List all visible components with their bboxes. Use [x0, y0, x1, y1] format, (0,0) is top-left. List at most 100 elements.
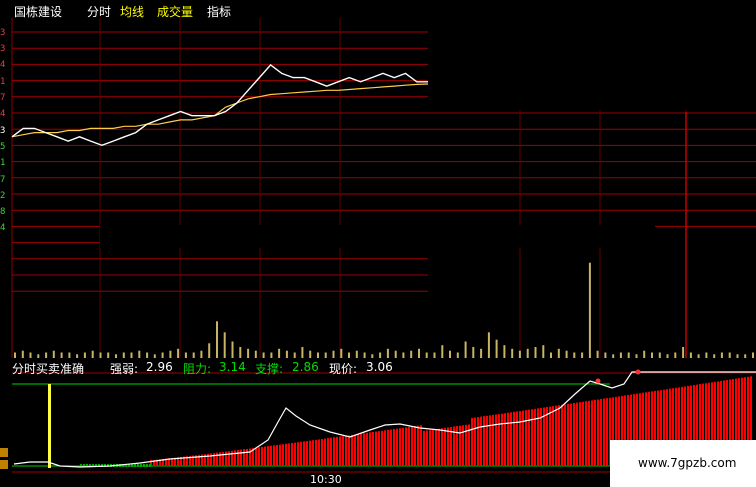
volume-bar — [332, 350, 335, 358]
resistance-touch-marker — [595, 378, 601, 384]
indicator-red-bar — [384, 430, 386, 466]
indicator-red-bar — [417, 425, 419, 466]
indicator-red-bar — [459, 425, 461, 466]
price-tick-label: 3 — [0, 126, 5, 136]
indicator-red-bar — [255, 447, 257, 466]
indicator-green-bar — [146, 464, 148, 467]
volume-bar — [418, 348, 420, 358]
indicator-red-bar — [423, 430, 425, 466]
indicator-red-bar — [393, 429, 395, 466]
price-label: 现价: — [329, 362, 358, 376]
indicator-red-bar — [588, 400, 590, 466]
indicator-red-bar — [585, 401, 587, 466]
volume-bar — [682, 347, 685, 358]
indicator-red-bar — [351, 434, 353, 466]
volume-bar — [254, 350, 257, 358]
indicator-red-bar — [258, 447, 260, 466]
indicator-red-bar — [447, 427, 449, 466]
volume-bar — [122, 352, 125, 358]
support-value: 2.86 — [292, 360, 319, 374]
volume-bar — [612, 354, 615, 358]
indicator-red-bar — [381, 430, 383, 466]
indicator-red-bar — [432, 429, 434, 466]
volume-bar — [518, 350, 521, 358]
volume-bar — [487, 332, 490, 358]
price-tick-label: 4 — [0, 60, 5, 70]
indicator-red-bar — [483, 416, 485, 466]
indicator-red-bar — [399, 428, 401, 466]
indicator-red-bar — [591, 400, 593, 466]
indicator-red-bar — [405, 427, 407, 466]
strength-value: 2.96 — [146, 360, 173, 374]
indicator-red-bar — [504, 413, 506, 466]
volume-bar — [91, 350, 94, 358]
indicator-red-bar — [546, 407, 548, 466]
indicator-red-bar — [387, 429, 389, 466]
volume-bar — [37, 354, 40, 358]
volume-bar — [425, 352, 428, 358]
tab-indicator[interactable]: 指标 — [207, 3, 231, 20]
volume-bar — [138, 350, 141, 358]
volume-bar — [99, 352, 102, 358]
indicator-green-bar — [134, 464, 136, 467]
indicator-red-bar — [576, 402, 578, 466]
volume-bar — [713, 354, 716, 358]
indicator-red-bar — [525, 410, 527, 466]
price-tick-label: 3 — [0, 28, 5, 38]
volume-bar — [635, 354, 638, 358]
indicator-red-bar — [444, 427, 446, 466]
volume-bar — [581, 352, 584, 358]
volume-bar — [526, 348, 529, 358]
indicator-red-bar — [246, 448, 248, 466]
indicator-red-bar — [537, 408, 539, 466]
volume-bar — [371, 354, 374, 358]
indicator-red-bar — [243, 449, 245, 466]
indicator-red-bar — [363, 433, 365, 466]
indicator-red-bar — [474, 417, 476, 466]
chart-canvas: 3 3 4 1 7 4 3 5 1 7 2 8 4 — [0, 0, 756, 473]
volume-bar — [557, 348, 560, 358]
volume-bar — [169, 350, 172, 358]
indicator-red-bar — [333, 437, 335, 466]
tab-fenshi[interactable]: 分时 — [87, 3, 111, 20]
indicator-red-bar — [324, 438, 326, 466]
indicator-red-bar — [342, 436, 344, 466]
tab-average-line[interactable]: 均线 — [120, 3, 144, 20]
resistance-label: 阻力: — [183, 362, 212, 376]
indicator-red-bar — [303, 441, 305, 466]
indicator-red-bar — [339, 436, 341, 466]
indicator-red-bar — [495, 414, 497, 466]
indicator-edge-tag — [0, 460, 8, 469]
indicator-red-bar — [426, 430, 428, 466]
indicator-red-bar — [603, 398, 605, 466]
indicator-red-bar — [282, 444, 284, 466]
price-tick-label: 7 — [0, 93, 5, 103]
indicator-red-bar — [360, 433, 362, 466]
intraday-chart-window: 3 3 4 1 7 4 3 5 1 7 2 8 4 国栋建设 分时 均线 成交量 指标 分时买卖准确 强… — [0, 0, 756, 487]
indicator-red-bar — [402, 427, 404, 466]
indicator-red-bar — [606, 398, 608, 466]
tab-volume[interactable]: 成交量 — [157, 3, 193, 20]
indicator-red-bar — [327, 438, 329, 466]
volume-bar — [324, 352, 327, 358]
volume-bar — [542, 345, 545, 358]
volume-bar — [301, 347, 304, 358]
volume-bar — [565, 350, 568, 358]
indicator-red-bar — [513, 411, 515, 466]
volume-bar — [285, 350, 288, 358]
indicator-red-bar — [321, 439, 323, 466]
volume-bar — [177, 348, 180, 358]
indicator-red-bar — [396, 428, 398, 466]
indicator-red-bar — [486, 415, 488, 466]
indicator-red-bar — [471, 417, 473, 466]
indicator-green-bar — [140, 464, 142, 467]
volume-bar — [153, 354, 156, 358]
indicator-red-bar — [522, 410, 524, 466]
indicator-yellow-spike — [48, 384, 51, 468]
volume-bar — [386, 348, 389, 358]
volume-bar — [550, 352, 552, 358]
price-tick-label: 7 — [0, 175, 5, 185]
chart-header: 国栋建设 分时 均线 成交量 指标 — [0, 0, 428, 20]
volume-bar — [293, 352, 296, 358]
indicator-red-bar — [240, 449, 242, 466]
